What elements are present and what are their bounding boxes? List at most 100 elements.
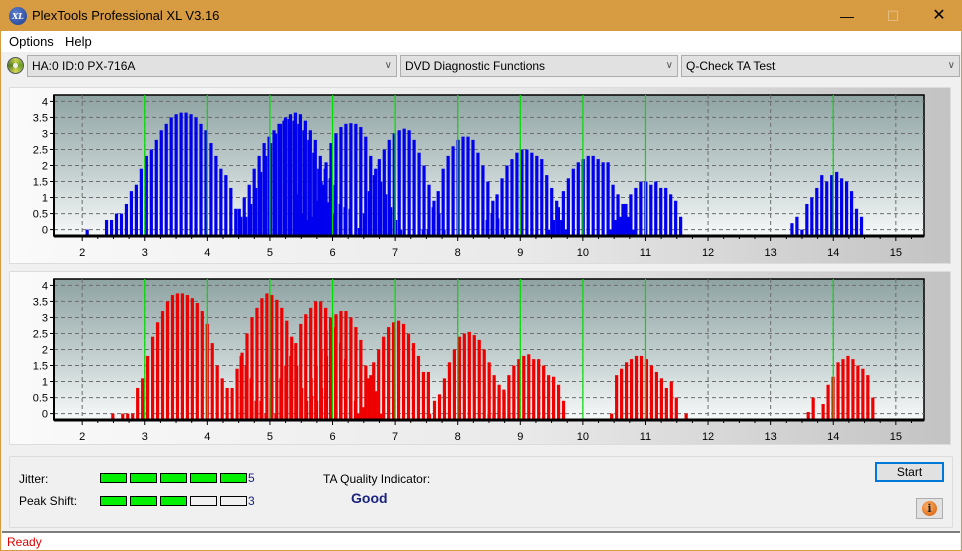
x-tick-label: 10: [577, 431, 589, 443]
data-bar: [649, 365, 654, 420]
data-bar: [170, 295, 175, 420]
data-bar: [299, 213, 303, 236]
data-bar: [841, 359, 845, 420]
data-bar: [639, 355, 644, 420]
data-bar: [194, 117, 198, 236]
status-text: Ready: [7, 535, 42, 549]
results-panel: Jitter: 5 Peak Shift: 3 TA Quality Indic…: [9, 456, 953, 528]
data-bar: [571, 168, 575, 236]
minimize-button[interactable]: —: [824, 1, 870, 31]
data-bar: [339, 127, 343, 236]
x-tick-label: 15: [890, 431, 902, 443]
data-bar: [507, 375, 511, 420]
y-tick-label: 1: [42, 193, 48, 205]
data-bar: [282, 120, 286, 236]
data-bar: [561, 191, 565, 236]
jitter-value: 5: [248, 471, 255, 485]
data-bar: [309, 216, 313, 236]
data-bar: [851, 359, 855, 420]
data-bar: [522, 355, 526, 420]
menu-help[interactable]: Help: [65, 34, 92, 49]
data-bar: [314, 365, 318, 420]
data-bar: [654, 181, 658, 236]
data-bar: [200, 311, 204, 420]
data-bar: [487, 362, 491, 420]
pit-chart-panel: 0 0.5 1 1.5 2 2.5 3 3.5 4 2 3 4 5 6 7 8 9 10 11 12 13 14 15: [9, 271, 951, 445]
data-bar: [426, 371, 430, 420]
data-bar: [402, 128, 406, 236]
data-bar: [606, 162, 610, 236]
jitter-segment: [130, 473, 157, 483]
data-bar: [811, 397, 815, 420]
maximize-button[interactable]: ☐: [870, 1, 916, 31]
function-group-select[interactable]: DVD Diagnostic Functions ∨: [400, 55, 678, 77]
ta-quality-label: TA Quality Indicator:: [323, 472, 431, 486]
info-button[interactable]: i: [916, 498, 943, 519]
land-chart-panel: 0 0.5 1 1.5 2 2.5 3 3.5 4 2 3 4 5 6 7 8 9 10 11 12 13 14 15: [9, 87, 951, 264]
data-bar: [184, 112, 188, 236]
data-bar: [150, 336, 155, 420]
y-tick-label: 0.5: [33, 209, 48, 221]
data-bar: [664, 187, 668, 236]
data-bar: [810, 197, 814, 236]
data-bar: [104, 219, 109, 236]
data-bar: [165, 301, 170, 420]
data-bar: [411, 343, 416, 420]
data-bar: [189, 114, 193, 236]
data-bar: [287, 119, 291, 236]
x-tick-label: 7: [392, 431, 398, 443]
data-bar: [294, 194, 298, 236]
data-bar: [252, 168, 256, 236]
data-bar: [416, 355, 421, 420]
data-bar: [239, 355, 243, 420]
close-button[interactable]: ✕: [916, 1, 962, 31]
data-bar: [195, 303, 199, 420]
data-bar: [624, 362, 629, 420]
data-bar: [372, 175, 376, 236]
data-bar: [377, 159, 381, 236]
data-bar: [679, 216, 683, 236]
data-bar: [871, 397, 875, 420]
data-bar: [466, 136, 470, 236]
app-window: XL PlexTools Professional XL V3.16 — ☐ ✕…: [0, 0, 962, 551]
x-tick-label: 14: [827, 431, 839, 443]
land-jitter-chart: 0 0.5 1 1.5 2 2.5 3 3.5 4 2 3 4 5 6 7 8 9 10 11 12 13 14 15: [33, 94, 925, 259]
data-bar: [319, 349, 323, 420]
data-bar: [220, 378, 224, 420]
data-bar: [495, 194, 499, 236]
data-bar: [669, 381, 673, 420]
data-bar: [561, 400, 566, 420]
y-tick-label: 2: [42, 345, 48, 357]
data-bar: [790, 223, 794, 236]
jitter-segment: [160, 473, 187, 483]
data-bar: [551, 219, 556, 236]
x-tick-label: 6: [329, 247, 335, 259]
data-bar: [259, 400, 263, 420]
data-bar: [497, 397, 501, 420]
x-tick-label: 14: [827, 247, 839, 259]
data-bar: [214, 155, 218, 236]
test-select[interactable]: Q-Check TA Test ∨: [681, 55, 960, 77]
data-bar: [190, 298, 194, 420]
drive-select[interactable]: HA:0 ID:0 PX-716A ∨: [27, 55, 397, 77]
x-tick-label: 13: [765, 247, 777, 259]
x-tick-label: 5: [267, 247, 273, 259]
menu-options[interactable]: Options: [9, 34, 54, 49]
data-bar: [349, 123, 353, 236]
data-bar: [427, 184, 431, 236]
data-bar: [659, 187, 663, 236]
data-bar: [254, 400, 258, 420]
data-bar: [294, 343, 298, 420]
data-bar: [664, 387, 668, 420]
data-bar: [344, 123, 348, 236]
y-tick-label: 2.5: [33, 328, 48, 340]
data-bar: [224, 175, 228, 236]
data-bar: [441, 168, 445, 236]
data-bar: [820, 175, 824, 236]
data-bar: [527, 354, 531, 420]
data-bar: [815, 187, 819, 236]
start-button[interactable]: Start: [875, 462, 944, 482]
peak-shift-segment: [220, 496, 247, 506]
data-bar: [387, 327, 391, 420]
data-bar: [476, 152, 480, 236]
